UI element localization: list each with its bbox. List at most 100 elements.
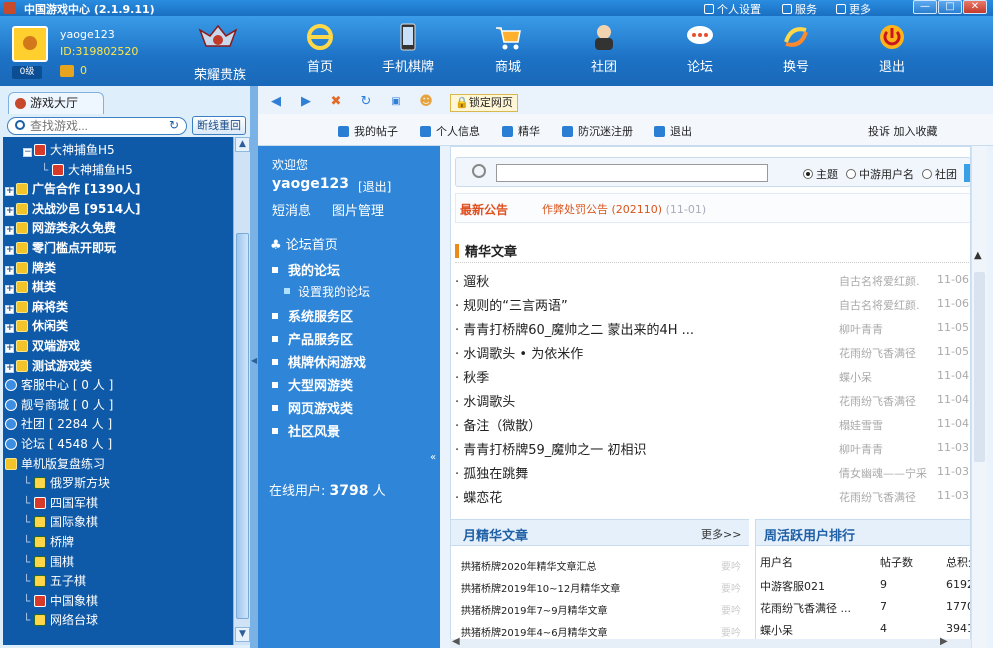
link-profile[interactable]: 个人信息	[420, 123, 480, 139]
maximize-button[interactable]: □	[938, 0, 962, 14]
tree-expander-icon[interactable]: +	[5, 304, 14, 314]
nav-forum[interactable]: 论坛	[664, 20, 736, 82]
tree-expander-icon[interactable]: −	[23, 148, 32, 157]
link-logout[interactable]: 退出	[654, 123, 692, 139]
nav-mobile-chess[interactable]: 手机棋牌	[372, 20, 444, 82]
radio-topic[interactable]: 主题	[803, 166, 838, 182]
tree-node[interactable]: 社团 [ 2284 人 ]	[5, 415, 112, 433]
nav-home[interactable]: 首页	[284, 20, 356, 82]
tree-node[interactable]: + 网游类永久免费	[5, 219, 116, 237]
tree-expander-icon[interactable]: +	[5, 363, 14, 373]
article-title[interactable]: · 秋季	[455, 367, 489, 386]
ranking-username[interactable]: 中游客服021	[760, 578, 825, 594]
tree-node[interactable]: └ 围棋	[23, 553, 74, 571]
tree-node[interactable]: └ 大神捕鱼H5	[41, 161, 133, 179]
article-author[interactable]: 花雨纷飞香满径	[839, 489, 916, 505]
collapse-arrow-icon[interactable]: ◀	[251, 356, 257, 365]
scroll-up-button[interactable]: ▲	[235, 137, 250, 152]
my-forum-link[interactable]: 我的论坛	[272, 260, 340, 279]
section-product-service[interactable]: 产品服务区	[272, 329, 353, 348]
minimize-button[interactable]: —	[913, 0, 937, 14]
refresh-icon[interactable]: ↻	[358, 94, 374, 110]
search-go-icon[interactable]: ↻	[169, 118, 183, 132]
stop-icon[interactable]: ✖	[328, 94, 344, 110]
tree-expander-icon[interactable]: +	[5, 187, 14, 197]
tree-expander-icon[interactable]: +	[5, 206, 14, 216]
tree-node[interactable]: 客服中心 [ 0 人 ]	[5, 376, 113, 394]
nav-club[interactable]: 社团	[568, 20, 640, 82]
monthly-row-title[interactable]: 拱猪桥牌2019年4~6月精华文章	[461, 628, 608, 639]
scroll-up-icon[interactable]: ▲	[974, 250, 982, 261]
article-title[interactable]: · 遛秋	[455, 271, 489, 290]
tree-expander-icon[interactable]: +	[5, 265, 14, 275]
article-row[interactable]: · 青青打桥牌59_魔帅之一 初相识 柳叶青青 11-03	[455, 439, 969, 459]
monthly-row-title[interactable]: 拱猪桥牌2019年7~9月精华文章	[461, 606, 608, 617]
article-title[interactable]: · 备注（微散）	[455, 415, 541, 434]
tab-game-lobby[interactable]: 游戏大厅	[8, 92, 104, 114]
announcement-link[interactable]: 作弊处罚公告 (202110) (11-01)	[542, 201, 706, 217]
scroll-right-icon[interactable]: ▶	[940, 636, 948, 647]
article-row[interactable]: · 蝶恋花 花雨纷飞香满径 11-03	[455, 487, 969, 507]
reconnect-button[interactable]: 断线重回	[192, 116, 246, 135]
scroll-thumb[interactable]	[236, 233, 249, 619]
article-title[interactable]: · 水调歌头 • 为依米作	[455, 343, 583, 362]
radio-username[interactable]: 中游用户名	[846, 166, 914, 182]
link-anti-addiction[interactable]: 防沉迷注册	[562, 123, 633, 139]
horizontal-scrollbar[interactable]: ◀ ▶	[450, 636, 971, 648]
tree-expander-icon[interactable]: +	[5, 246, 14, 255]
nav-switch-account[interactable]: 换号	[760, 20, 832, 82]
lock-page-button[interactable]: 🔒锁定网页	[450, 94, 518, 112]
article-row[interactable]: · 规则的“三言两语” 自古名将爱红颜. 11-06	[455, 295, 969, 315]
monthly-row-title[interactable]: 拱猪桥牌2020年精华文章汇总	[461, 562, 596, 573]
link-my-posts[interactable]: 我的帖子	[338, 123, 398, 139]
monthly-row[interactable]: 拱猪桥牌2019年10~12月精华文章 要吟	[461, 580, 746, 595]
article-title[interactable]: · 水调歌头	[455, 391, 515, 410]
article-author[interactable]: 花雨纷飞香满径	[839, 393, 916, 409]
tree-node[interactable]: 靓号商城 [ 0 人 ]	[5, 396, 113, 414]
close-button[interactable]: ✕	[963, 0, 987, 14]
section-community[interactable]: 社区风景	[272, 421, 340, 440]
content-scrollbar[interactable]: ▲	[971, 146, 987, 648]
nav-exit[interactable]: 退出	[856, 20, 928, 82]
forward-icon[interactable]: ▶	[298, 94, 314, 110]
monthly-row[interactable]: 拱猪桥牌2020年精华文章汇总 要吟	[461, 558, 746, 573]
tree-node[interactable]: + 广告合作 [1390人]	[5, 180, 141, 198]
tree-node[interactable]: └ 中国象棋	[23, 592, 98, 610]
article-title[interactable]: · 青青打桥牌59_魔帅之一 初相识	[455, 439, 646, 458]
game-search-input[interactable]	[7, 117, 187, 135]
section-system-service[interactable]: 系统服务区	[272, 306, 353, 325]
tree-expander-icon[interactable]: +	[5, 324, 14, 334]
tree-node[interactable]: + 牌类	[5, 259, 56, 277]
article-row[interactable]: · 孤独在跳舞 倩女幽魂——宁采 11-03	[455, 463, 969, 483]
tree-scrollbar[interactable]: ▲ ▼	[233, 137, 251, 645]
ranking-username[interactable]: 蝶小呆	[760, 622, 793, 638]
forum-home-link[interactable]: ♣ 论坛首页	[270, 234, 338, 253]
honor-emblem-icon[interactable]	[198, 24, 238, 54]
tree-node[interactable]: + 棋类	[5, 278, 56, 296]
article-row[interactable]: · 青青打桥牌60_魔帅之二 蒙出来的4H ... 柳叶青青 11-05	[455, 319, 969, 339]
panel-splitter[interactable]: ◀	[250, 86, 258, 648]
messages-link[interactable]: 短消息	[272, 200, 311, 219]
tree-node[interactable]: + 麻将类	[5, 298, 68, 316]
tree-node[interactable]: + 决战沙邑 [9514人]	[5, 200, 141, 218]
tree-node[interactable]: 单机版复盘练习	[5, 455, 105, 473]
tree-node[interactable]: 论坛 [ 4548 人 ]	[5, 435, 112, 453]
monthly-row[interactable]: 拱猪桥牌2019年7~9月精华文章 要吟	[461, 602, 746, 617]
article-author[interactable]: 自古名将爱红颜.	[839, 273, 920, 289]
article-author[interactable]: 花雨纷飞香满径	[839, 345, 916, 361]
section-chess-casual[interactable]: 棋牌休闲游戏	[272, 352, 366, 371]
monthly-more-link[interactable]: 更多>>	[701, 526, 741, 542]
tree-node[interactable]: + 零门槛点开即玩	[5, 239, 116, 257]
article-author[interactable]: 倩女幽魂——宁采	[839, 465, 927, 481]
tree-node[interactable]: + 测试游戏类	[5, 357, 92, 375]
radio-club[interactable]: 社团	[922, 166, 957, 182]
scroll-thumb[interactable]	[974, 272, 985, 462]
article-author[interactable]: 柳叶青青	[839, 321, 883, 337]
tree-expander-icon[interactable]: +	[5, 285, 14, 295]
tree-node[interactable]: └ 四国军棋	[23, 494, 98, 512]
article-author[interactable]: 自古名将爱红颜.	[839, 297, 920, 313]
monthly-row-title[interactable]: 拱猪桥牌2019年10~12月精华文章	[461, 584, 620, 595]
forum-logout-link[interactable]: [退出]	[358, 178, 391, 195]
set-my-forum-link[interactable]: 设置我的论坛	[284, 283, 370, 300]
report-favorite-links[interactable]: 投诉 加入收藏	[868, 123, 938, 139]
